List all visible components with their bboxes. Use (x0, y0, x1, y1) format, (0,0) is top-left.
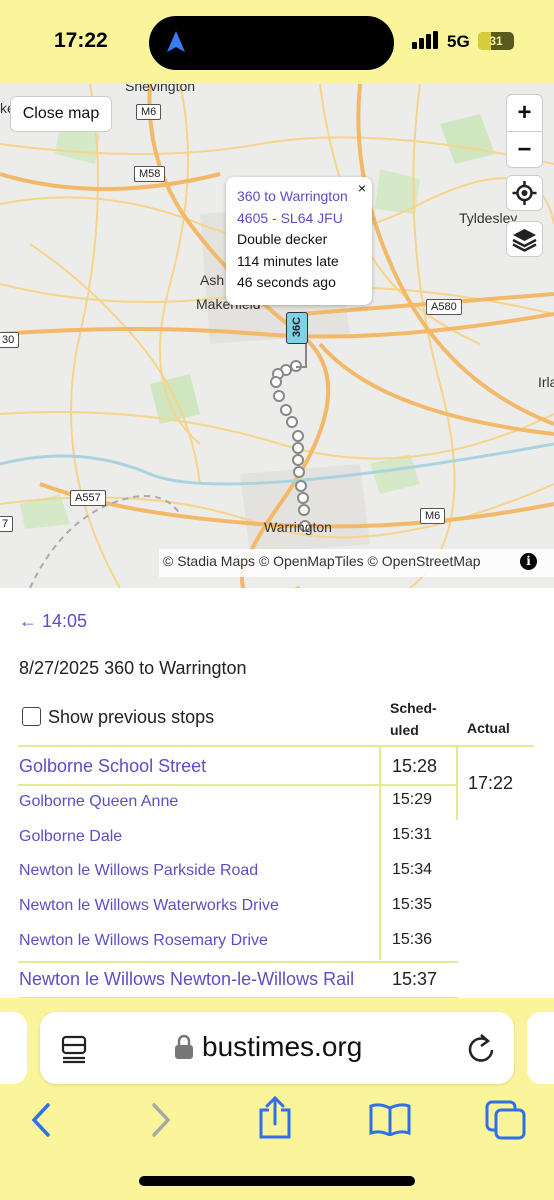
url-text[interactable]: bustimes.org (202, 1031, 362, 1063)
stop-scheduled-time: 15:28 (392, 756, 438, 776)
road-badge: M6 (136, 104, 162, 120)
battery-icon: 31 (478, 32, 514, 50)
actual-time: 17:22 (468, 773, 514, 793)
locate-icon (512, 181, 537, 205)
close-map-button[interactable]: Close map (10, 96, 112, 132)
stop-link[interactable]: Newton le Willows Waterworks Drive (19, 897, 377, 915)
battery-level: 31 (489, 34, 503, 48)
bus-marker-label: 36C (291, 316, 303, 338)
popup-vehicle-link[interactable]: 4605 - SL64 JFU (237, 208, 372, 230)
zoom-out-button[interactable]: − (507, 132, 542, 168)
stop-link[interactable]: Golborne Queen Anne (19, 793, 377, 811)
back-icon[interactable] (28, 1102, 54, 1138)
page-menu-icon[interactable] (60, 1034, 90, 1064)
navigation-arrow-icon (167, 31, 185, 52)
popup-vehicle-type: Double decker (237, 231, 328, 247)
lock-icon (175, 1034, 193, 1059)
route-map[interactable]: Shevington kelmersdale Tyldesley Ash Mak… (0, 84, 554, 588)
popup-route-link[interactable]: 360 to Warrington (237, 186, 372, 208)
stop-link[interactable]: Golborne Dale (19, 828, 377, 846)
road-badge: M6 (420, 508, 446, 524)
table-divider (379, 746, 381, 960)
trip-title: 8/27/2025 360 to Warrington (19, 658, 247, 678)
info-icon[interactable]: i (520, 553, 537, 570)
stop-scheduled-time: 15:37 (392, 969, 438, 989)
map-attribution[interactable]: © Stadia Maps © OpenMapTiles © OpenStree… (159, 549, 554, 577)
show-previous-stops-label[interactable]: Show previous stops (48, 707, 214, 728)
vehicle-popup: × 360 to Warrington 4605 - SL64 JFU Doub… (226, 177, 372, 305)
tabs-icon[interactable] (485, 1100, 527, 1140)
status-bar: 17:22 5G 31 (0, 0, 554, 84)
reload-icon[interactable] (466, 1032, 496, 1064)
stop-link[interactable]: Newton le Willows Rosemary Drive (19, 932, 377, 950)
dynamic-island (149, 16, 394, 70)
road-badge: M58 (134, 166, 166, 182)
next-tab-card[interactable] (527, 1012, 554, 1084)
show-previous-stops-checkbox[interactable] (22, 707, 41, 726)
stop-link[interactable]: Newton le Willows Newton-le-Willows Rail (19, 969, 381, 990)
forward-icon[interactable] (148, 1102, 174, 1138)
bus-marker[interactable]: 36C (286, 312, 308, 344)
road-badge: A580 (426, 299, 462, 315)
address-bar[interactable]: bustimes.org (40, 1012, 514, 1084)
place-label: Irla (538, 374, 554, 390)
share-icon[interactable] (256, 1096, 294, 1140)
scheduled-column-header: Sched- uled (390, 697, 437, 741)
stop-link[interactable]: Newton le Willows Parkside Road (19, 862, 377, 880)
scheduled-header-line-2: uled (390, 722, 419, 738)
scheduled-header-line-1: Sched- (390, 700, 437, 716)
previous-tab-card[interactable] (0, 1012, 27, 1084)
stop-scheduled-time: 15:29 (392, 791, 433, 808)
stop-scheduled-time: 15:31 (392, 826, 433, 843)
home-indicator[interactable] (139, 1176, 415, 1186)
browser-toolbar: bustimes.org (0, 998, 554, 1200)
zoom-in-button[interactable]: + (507, 95, 542, 131)
bookmarks-icon[interactable] (368, 1102, 412, 1136)
signal-icon (412, 31, 438, 49)
place-label: Shevington (125, 84, 196, 94)
actual-column-header: Actual (467, 720, 510, 736)
place-label: Ash (200, 272, 225, 288)
close-icon[interactable]: × (358, 180, 366, 196)
stop-scheduled-time: 15:34 (392, 861, 433, 878)
layers-button[interactable] (506, 221, 543, 257)
popup-updated: 46 seconds ago (237, 274, 336, 290)
road-badge: A557 (70, 490, 106, 506)
clock: 17:22 (54, 29, 108, 52)
previous-trip-link[interactable]: ← 14:05 (19, 611, 87, 632)
stop-scheduled-time: 15:35 (392, 896, 433, 913)
stop-link[interactable]: Golborne School Street (19, 756, 377, 777)
place-label: Warrington (264, 519, 332, 535)
map-tiles (0, 84, 554, 588)
stop-scheduled-time: 15:36 (392, 931, 433, 948)
road-badge: 30 (0, 332, 20, 348)
table-divider (18, 961, 458, 963)
table-divider (18, 784, 458, 786)
network-type: 5G (447, 32, 470, 51)
zoom-control: + − (506, 94, 543, 168)
table-divider (456, 746, 458, 820)
road-badge: 7 (0, 516, 14, 532)
popup-delay: 114 minutes late (237, 252, 339, 269)
locate-button[interactable] (506, 175, 543, 211)
layers-icon (512, 229, 537, 252)
